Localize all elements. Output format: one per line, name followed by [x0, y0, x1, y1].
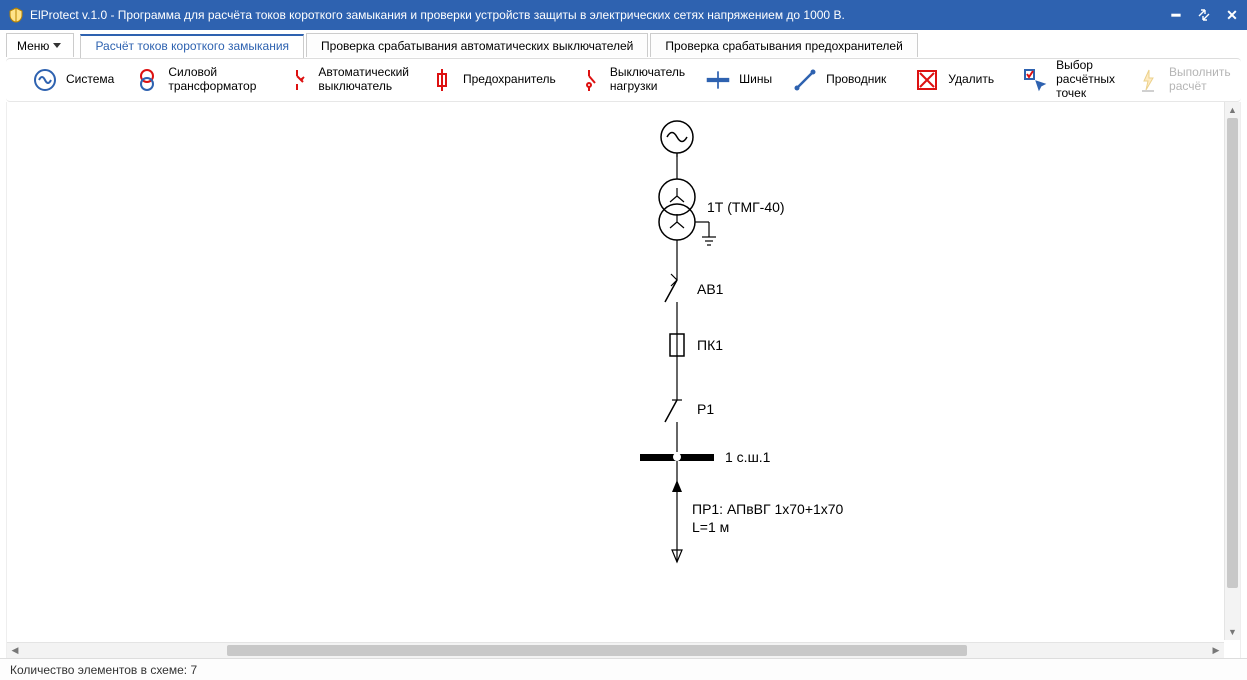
diagram-switch-label: Р1: [697, 401, 714, 417]
diagram-canvas[interactable]: 1Т (ТМГ-40) АВ1 ПК1: [7, 102, 1241, 658]
load-switch-icon: [576, 67, 602, 93]
busbar-icon: [705, 67, 731, 93]
tool-run[interactable]: Выполнить расчёт: [1125, 62, 1241, 98]
vertical-scroll-thumb[interactable]: [1227, 118, 1238, 588]
tool-conductor-label: Проводник: [826, 73, 886, 87]
fuse-icon: [429, 67, 455, 93]
window-titlebar: ElProtect v.1.0 - Программа для расчёта …: [0, 0, 1247, 30]
diagram-transformer[interactable]: 1Т (ТМГ-40): [659, 179, 785, 272]
tool-delete-label: Удалить: [948, 73, 994, 87]
diagram-bus-label: 1 с.ш.1: [725, 449, 771, 465]
minimize-button[interactable]: ━: [1169, 8, 1183, 22]
tool-pick-points[interactable]: Выбор расчётных точек: [1012, 55, 1125, 104]
close-button[interactable]: ✕: [1225, 8, 1239, 22]
diagram-breaker-label: АВ1: [697, 281, 724, 297]
scroll-up-icon[interactable]: ▲: [1225, 102, 1240, 118]
conductor-icon: [792, 67, 818, 93]
status-text: Количество элементов в схеме: 7: [10, 663, 197, 677]
run-icon: [1135, 67, 1161, 93]
scroll-right-icon[interactable]: ▶: [1208, 643, 1224, 658]
tool-fuse[interactable]: Предохранитель: [419, 63, 566, 97]
scroll-down-icon[interactable]: ▼: [1225, 624, 1240, 640]
diagram-cable-label2: L=1 м: [692, 519, 729, 535]
tool-run-label: Выполнить расчёт: [1169, 66, 1231, 94]
tab-short-circuit[interactable]: Расчёт токов короткого замыкания: [80, 34, 304, 58]
tab-row: Меню Расчёт токов короткого замыкания Пр…: [0, 30, 1247, 58]
tool-delete[interactable]: Удалить: [904, 63, 1004, 97]
pick-points-icon: [1022, 67, 1048, 93]
tool-fuse-label: Предохранитель: [463, 73, 556, 87]
diagram-fuse[interactable]: ПК1: [670, 327, 723, 392]
tool-pick-points-label: Выбор расчётных точек: [1056, 59, 1115, 100]
diagram-switch[interactable]: Р1: [665, 392, 714, 452]
tool-conductor[interactable]: Проводник: [782, 63, 896, 97]
horizontal-scroll-thumb[interactable]: [227, 645, 967, 656]
diagram-cable[interactable]: ПР1: АПвВГ 1x70+1x70 L=1 м: [672, 480, 844, 562]
diagram-canvas-wrap: 1Т (ТМГ-40) АВ1 ПК1: [6, 102, 1241, 658]
tool-load-switch[interactable]: Выключатель нагрузки: [566, 62, 695, 98]
transformer-icon: [134, 67, 160, 93]
status-bar: Количество элементов в схеме: 7: [0, 658, 1247, 680]
tool-transformer-label: Силовой трансформатор: [168, 66, 256, 94]
tool-busbar-label: Шины: [739, 73, 772, 87]
tool-breaker-label: Автоматический выключатель: [318, 66, 409, 94]
toolbar: Система Силовой трансформатор Автоматиче…: [6, 58, 1241, 102]
tool-breaker[interactable]: Автоматический выключатель: [274, 62, 419, 98]
tab-breaker-check[interactable]: Проверка срабатывания автоматических вык…: [306, 33, 648, 57]
tab-fuse-check[interactable]: Проверка срабатывания предохранителей: [650, 33, 917, 57]
horizontal-scrollbar[interactable]: ◀ ▶: [7, 642, 1224, 658]
main-menu-button[interactable]: Меню: [6, 33, 74, 57]
diagram-transformer-label: 1Т (ТМГ-40): [707, 199, 785, 215]
tool-transformer[interactable]: Силовой трансформатор: [124, 62, 266, 98]
diagram-source[interactable]: [661, 121, 693, 180]
diagram-fuse-label: ПК1: [697, 337, 723, 353]
delete-icon: [914, 67, 940, 93]
system-icon: [32, 67, 58, 93]
chevron-down-icon: [53, 43, 61, 48]
breaker-icon: [284, 67, 310, 93]
scroll-left-icon[interactable]: ◀: [7, 643, 23, 658]
diagram-cable-label1: ПР1: АПвВГ 1x70+1x70: [692, 501, 844, 517]
tool-load-switch-label: Выключатель нагрузки: [610, 66, 685, 94]
tool-busbar[interactable]: Шины: [695, 63, 782, 97]
diagram-breaker[interactable]: АВ1: [665, 272, 724, 327]
tool-system[interactable]: Система: [22, 63, 124, 97]
window-title: ElProtect v.1.0 - Программа для расчёта …: [30, 8, 1169, 22]
maximize-button[interactable]: [1197, 8, 1211, 22]
tool-system-label: Система: [66, 73, 114, 87]
vertical-scrollbar[interactable]: ▲ ▼: [1224, 102, 1240, 640]
app-icon: [8, 7, 24, 23]
main-menu-label: Меню: [17, 39, 49, 53]
